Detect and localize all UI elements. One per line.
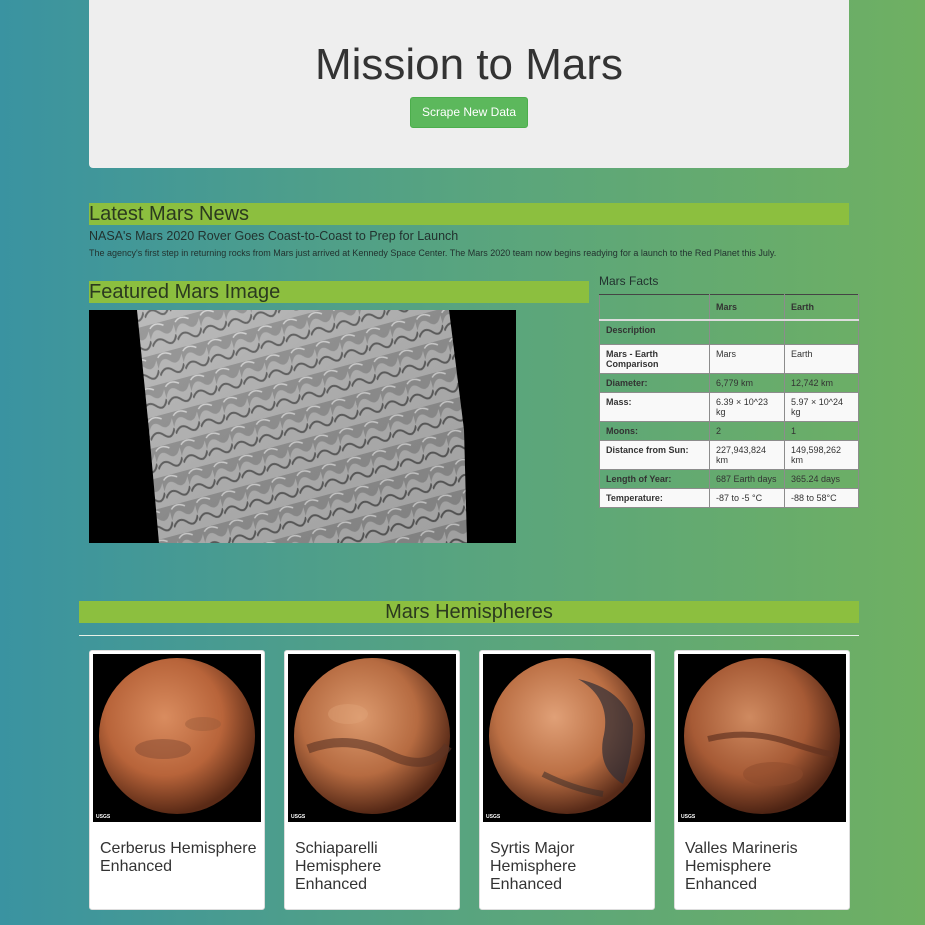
mars-value: Mars — [709, 343, 785, 374]
earth-value: 1 — [784, 420, 859, 441]
row-label: Description — [599, 319, 710, 345]
table-row: Length of Year: 687 Earth days 365.24 da… — [599, 468, 859, 489]
hemisphere-image[interactable]: USGS — [93, 654, 261, 822]
hemisphere-title: Schiaparelli Hemisphere Enhanced — [295, 840, 382, 893]
divider — [79, 635, 859, 636]
mars-value: 6.39 × 10^23 kg — [709, 391, 785, 422]
table-row: Distance from Sun: 227,943,824 km 149,59… — [599, 439, 859, 470]
facts-header-earth: Earth — [784, 294, 859, 321]
facts-header-mars: Mars — [709, 294, 785, 321]
table-row: Temperature: -87 to -5 °C -88 to 58°C — [599, 487, 859, 508]
usgs-logo: USGS — [96, 814, 111, 820]
row-label: Distance from Sun: — [599, 439, 710, 470]
scrape-new-data-button[interactable]: Scrape New Data — [410, 97, 528, 128]
hemispheres-heading: Mars Hemispheres — [79, 601, 859, 623]
earth-value — [784, 319, 859, 345]
mars-facts-table: Mars Earth Description Mars - Earth Comp… — [599, 294, 859, 508]
facts-caption: Mars Facts — [599, 274, 659, 288]
earth-value: 5.97 × 10^24 kg — [784, 391, 859, 422]
table-row: Description — [599, 319, 859, 345]
mars-value: 2 — [709, 420, 785, 441]
row-label: Mars - Earth Comparison — [599, 343, 710, 374]
earth-value: 365.24 days — [784, 468, 859, 489]
jumbotron: Mission to Mars Scrape New Data — [89, 0, 849, 168]
row-label: Moons: — [599, 420, 710, 441]
hemisphere-card-syrtis-major[interactable]: USGS Syrtis Major Hemisphere Enhanced — [479, 650, 655, 910]
hemisphere-title: Cerberus Hemisphere Enhanced — [100, 840, 257, 875]
earth-value: -88 to 58°C — [784, 487, 859, 508]
mars-value — [709, 319, 785, 345]
row-label: Length of Year: — [599, 468, 710, 489]
table-row: Mars - Earth Comparison Mars Earth — [599, 343, 859, 374]
facts-header-blank — [599, 294, 710, 321]
hemisphere-title: Valles Marineris Hemisphere Enhanced — [685, 840, 798, 893]
hemisphere-card-schiaparelli[interactable]: USGS Schiaparelli Hemisphere Enhanced — [284, 650, 460, 910]
usgs-logo: USGS — [291, 814, 306, 820]
table-row: Diameter: 6,779 km 12,742 km — [599, 372, 859, 393]
table-row: Mass: 6.39 × 10^23 kg 5.97 × 10^24 kg — [599, 391, 859, 422]
hemisphere-title: Syrtis Major Hemisphere Enhanced — [490, 840, 577, 893]
usgs-logo: USGS — [681, 814, 696, 820]
mars-value: 687 Earth days — [709, 468, 785, 489]
hemisphere-card-valles-marineris[interactable]: USGS Valles Marineris Hemisphere Enhance… — [674, 650, 850, 910]
news-title: NASA's Mars 2020 Rover Goes Coast-to-Coa… — [89, 229, 459, 243]
hemisphere-image[interactable]: USGS — [483, 654, 651, 822]
featured-mars-image[interactable] — [89, 310, 516, 543]
latest-news-heading: Latest Mars News — [89, 203, 849, 225]
hemisphere-image[interactable]: USGS — [678, 654, 846, 822]
mars-value: 227,943,824 km — [709, 439, 785, 470]
earth-value: 12,742 km — [784, 372, 859, 393]
table-row: Moons: 2 1 — [599, 420, 859, 441]
mars-value: 6,779 km — [709, 372, 785, 393]
row-label: Diameter: — [599, 372, 710, 393]
page-title: Mission to Mars — [314, 40, 624, 89]
row-label: Temperature: — [599, 487, 710, 508]
news-paragraph: The agency's first step in returning roc… — [89, 248, 777, 258]
hemisphere-image[interactable]: USGS — [288, 654, 456, 822]
mars-value: -87 to -5 °C — [709, 487, 785, 508]
row-label: Mass: — [599, 391, 710, 422]
usgs-logo: USGS — [486, 814, 501, 820]
hemisphere-card-cerberus[interactable]: USGS Cerberus Hemisphere Enhanced — [89, 650, 265, 910]
featured-image-heading: Featured Mars Image — [89, 281, 589, 303]
earth-value: Earth — [784, 343, 859, 374]
earth-value: 149,598,262 km — [784, 439, 859, 470]
